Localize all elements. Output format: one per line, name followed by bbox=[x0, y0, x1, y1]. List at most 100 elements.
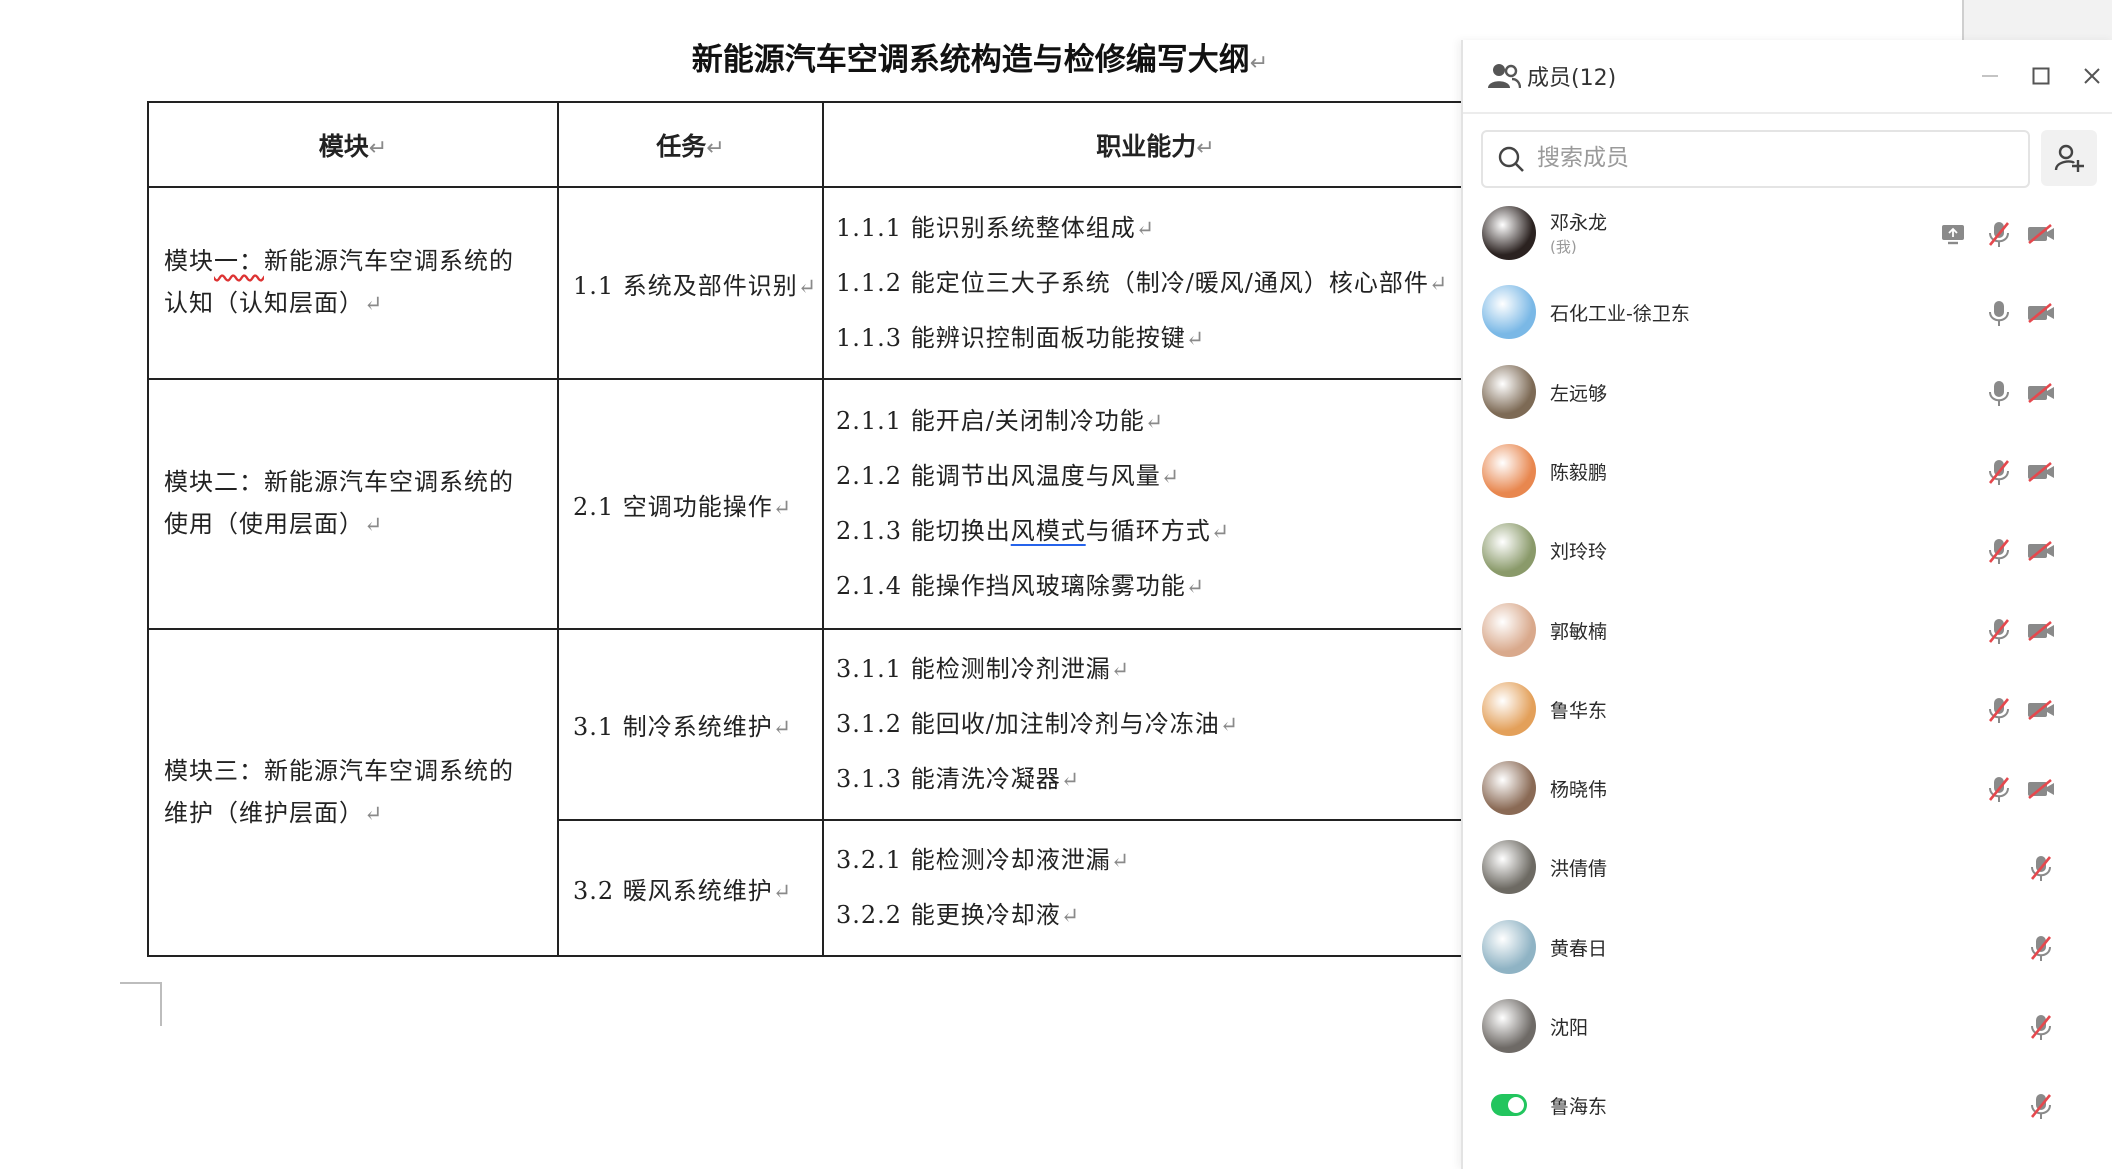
close-button[interactable] bbox=[2072, 54, 2112, 98]
minimize-button[interactable] bbox=[1970, 54, 2010, 98]
capability-item: 2.1.3 能切换出风模式与循环方式↵ bbox=[836, 517, 1231, 545]
minimize-icon bbox=[1982, 75, 1998, 77]
member-row[interactable]: 杨晓伟 bbox=[1463, 753, 2112, 831]
microphone-muted-icon[interactable] bbox=[1983, 218, 2015, 250]
camera-off-icon[interactable] bbox=[2025, 694, 2057, 726]
maximize-icon bbox=[2032, 67, 2050, 85]
avatar bbox=[1482, 285, 1536, 340]
toggle-switch[interactable] bbox=[1491, 1094, 1527, 1117]
header-capability: 职业能力↵ bbox=[822, 101, 1462, 188]
member-search-input[interactable] bbox=[1535, 140, 2009, 176]
capability-item: 3.2.1 能检测冷却液泄漏↵ bbox=[836, 846, 1131, 874]
capability-item: 1.1.1 能识别系统整体组成↵ bbox=[836, 213, 1156, 242]
member-name: 左远够 bbox=[1550, 382, 1608, 405]
capability-cell: 3.2.1 能检测冷却液泄漏↵ 3.2.2 能更换冷却液↵ bbox=[822, 819, 1462, 957]
microphone-muted-icon[interactable] bbox=[1983, 456, 2015, 488]
member-name: 陈毅鹏 bbox=[1550, 461, 1608, 484]
document-title: 新能源汽车空调系统构造与检修编写大纲↵ bbox=[691, 42, 1269, 78]
microphone-muted-icon[interactable] bbox=[1983, 615, 2015, 647]
capability-item: 1.1.2 能定位三大子系统（制冷/暖风/通风）核心部件↵ bbox=[836, 268, 1449, 297]
member-row[interactable]: 沈阳 bbox=[1463, 991, 2112, 1069]
add-user-icon bbox=[2054, 144, 2084, 172]
table-row: 模块三：新能源汽车空调系统的 维护（维护层面）↵ 3.1 制冷系统维护↵ 3.1… bbox=[147, 628, 1462, 957]
camera-off-icon[interactable] bbox=[2025, 615, 2057, 647]
header-module: 模块↵ bbox=[147, 101, 559, 188]
member-row[interactable]: 左远够 bbox=[1463, 357, 2112, 435]
member-row[interactable]: 石化工业-徐卫东 bbox=[1463, 277, 2112, 355]
member-search-box[interactable] bbox=[1481, 130, 2030, 188]
avatar bbox=[1482, 523, 1536, 578]
member-row[interactable]: 黄春日 bbox=[1463, 912, 2112, 990]
member-name: 刘玲玲 bbox=[1550, 541, 1608, 564]
member-name: 郭敏楠 bbox=[1550, 620, 1608, 643]
camera-off-icon[interactable] bbox=[2025, 456, 2057, 488]
page-corner-mark bbox=[120, 982, 162, 1026]
member-row[interactable]: 鲁华东 bbox=[1463, 674, 2112, 752]
task-cell: 3.1 制冷系统维护↵ bbox=[557, 628, 824, 821]
microphone-muted-icon[interactable] bbox=[1983, 773, 2015, 805]
member-name: 黄春日 bbox=[1550, 937, 1608, 960]
microphone-icon[interactable] bbox=[1983, 297, 2015, 329]
task-cell: 1.1 系统及部件识别↵ bbox=[557, 186, 824, 380]
module-cell: 模块一：新能源汽车空调系统的 认知（认知层面）↵ bbox=[147, 186, 559, 380]
capability-item: 3.1.3 能清洗冷凝器↵ bbox=[836, 765, 1081, 793]
member-row[interactable]: 邓永龙 (我) bbox=[1463, 198, 2112, 276]
screen-share-icon[interactable] bbox=[1937, 218, 1969, 250]
member-self-tag: (我) bbox=[1550, 238, 1577, 256]
members-icon bbox=[1488, 64, 1521, 89]
camera-off-icon[interactable] bbox=[2025, 297, 2057, 329]
header-task: 任务↵ bbox=[557, 101, 824, 188]
capability-item: 2.1.2 能调节出风温度与风量↵ bbox=[836, 462, 1181, 490]
avatar bbox=[1482, 602, 1536, 657]
member-row[interactable]: 陈毅鹏 bbox=[1463, 436, 2112, 514]
microphone-muted-icon[interactable] bbox=[1983, 535, 2015, 567]
capability-item: 1.1.3 能辨识控制面板功能按键↵ bbox=[836, 323, 1206, 352]
capability-cell: 2.1.1 能开启/关闭制冷功能↵ 2.1.2 能调节出风温度与风量↵ 2.1.… bbox=[822, 378, 1462, 630]
module-cell: 模块二：新能源汽车空调系统的 使用（使用层面）↵ bbox=[147, 378, 559, 630]
close-icon bbox=[2084, 68, 2100, 84]
member-row[interactable]: 鲁海东 bbox=[1463, 1070, 2112, 1148]
table-row: 模块一：新能源汽车空调系统的 认知（认知层面）↵ 1.1 系统及部件识别↵ 1.… bbox=[147, 186, 1462, 380]
microphone-muted-icon[interactable] bbox=[2025, 852, 2057, 884]
camera-off-icon[interactable] bbox=[2025, 535, 2057, 567]
avatar bbox=[1482, 919, 1536, 974]
capability-item: 3.1.2 能回收/加注制冷剂与冷冻油↵ bbox=[836, 710, 1240, 738]
member-name: 沈阳 bbox=[1550, 1017, 1589, 1039]
member-row[interactable]: 郭敏楠 bbox=[1463, 595, 2112, 673]
capability-cell: 1.1.1 能识别系统整体组成↵ 1.1.2 能定位三大子系统（制冷/暖风/通风… bbox=[822, 186, 1462, 380]
outline-table: 模块↵ 任务↵ 职业能力↵ 模块一：新能源汽车空调系统的 认知（认知层面）↵ 1… bbox=[147, 101, 1462, 957]
capability-item: 2.1.4 能操作挡风玻璃除雾功能↵ bbox=[836, 572, 1206, 600]
camera-off-icon[interactable] bbox=[2025, 377, 2057, 409]
member-row[interactable]: 刘玲玲 bbox=[1463, 515, 2112, 593]
microphone-muted-icon[interactable] bbox=[1983, 694, 2015, 726]
member-name: 石化工业-徐卫东 bbox=[1550, 303, 1690, 326]
avatar bbox=[1482, 999, 1536, 1053]
capability-cell: 3.1.1 能检测制冷剂泄漏↵ 3.1.2 能回收/加注制冷剂与冷冻油↵ 3.1… bbox=[822, 628, 1462, 821]
invite-member-button[interactable] bbox=[2041, 130, 2097, 186]
microphone-muted-icon[interactable] bbox=[2025, 1011, 2057, 1043]
search-icon bbox=[1498, 146, 1524, 172]
members-panel-header: 成员(12) bbox=[1463, 40, 2112, 114]
member-name: 鲁海东 bbox=[1550, 1096, 1608, 1119]
document-area: 新能源汽车空调系统构造与检修编写大纲↵ 模块↵ 任务↵ 职业能力↵ 模块一：新能… bbox=[0, 0, 1462, 1169]
capability-item: 2.1.1 能开启/关闭制冷功能↵ bbox=[836, 407, 1165, 435]
maximize-button[interactable] bbox=[2021, 54, 2061, 98]
microphone-muted-icon[interactable] bbox=[2025, 932, 2057, 964]
member-name: 洪倩倩 bbox=[1550, 858, 1608, 881]
avatar bbox=[1482, 840, 1536, 895]
microphone-muted-icon[interactable] bbox=[2025, 1090, 2057, 1122]
member-name: 邓永龙 bbox=[1550, 212, 1608, 234]
avatar bbox=[1482, 761, 1536, 816]
table-header-row: 模块↵ 任务↵ 职业能力↵ bbox=[147, 101, 1462, 188]
avatar bbox=[1482, 364, 1536, 419]
task-cell: 2.1 空调功能操作↵ bbox=[557, 378, 824, 630]
members-panel: 成员(12) 邓永龙 (我) 石化工业-徐卫东左远够陈毅鹏刘玲玲郭敏楠鲁华东杨晓伟洪… bbox=[1461, 40, 2112, 1169]
microphone-icon[interactable] bbox=[1983, 377, 2015, 409]
avatar bbox=[1482, 206, 1536, 260]
avatar bbox=[1482, 443, 1536, 498]
capability-item: 3.1.1 能检测制冷剂泄漏↵ bbox=[836, 655, 1131, 683]
member-row[interactable]: 洪倩倩 bbox=[1463, 832, 2112, 910]
member-name: 杨晓伟 bbox=[1550, 779, 1608, 802]
camera-off-icon[interactable] bbox=[2025, 773, 2057, 805]
camera-off-icon[interactable] bbox=[2025, 218, 2057, 250]
